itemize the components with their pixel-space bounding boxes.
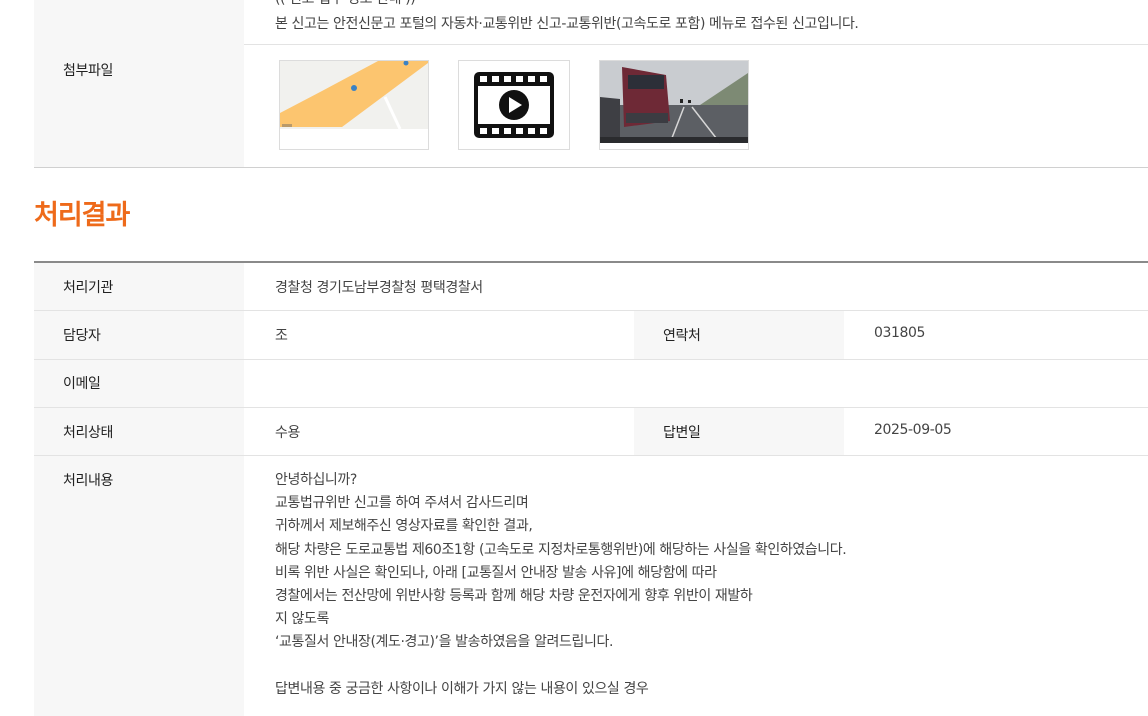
row-email: 이메일 — [34, 360, 1148, 408]
description-label-cell — [34, 0, 244, 44]
row-content: 처리내용 안녕하십니까? 교통법규위반 신고를 하여 주셔서 감사드리며 귀하께… — [34, 456, 1148, 716]
video-play-icon — [474, 72, 554, 138]
status-label-cell: 처리상태 — [34, 408, 244, 455]
email-label: 이메일 — [63, 376, 101, 392]
attachments-label-cell: 첨부파일 — [34, 44, 244, 167]
answer-date-label: 답변일 — [663, 425, 701, 441]
notice-heading: (( 신고 접수 경로 안내 )) — [275, 0, 416, 8]
answer-date-label-cell: 답변일 — [634, 408, 844, 455]
notice-text: 본 신고는 안전신문고 포털의 자동차·교통위반 신고-교통위반(고속도로 포함… — [275, 16, 859, 32]
attachments-label: 첨부파일 — [63, 63, 113, 79]
report-description-row: (( 신고 접수 경로 안내 )) 본 신고는 안전신문고 포털의 자동차·교통… — [34, 0, 1148, 45]
attachments-row: 첨부파일 — [34, 44, 1148, 168]
attachment-map-thumbnail[interactable] — [279, 60, 429, 150]
manager-label-cell: 담당자 — [34, 311, 244, 359]
agency-label: 처리기관 — [63, 280, 113, 296]
content-label-cell: 처리내용 — [34, 456, 244, 716]
agency-value: 경찰청 경기도남부경찰청 평택경찰서 — [275, 280, 483, 296]
content-label: 처리내용 — [63, 473, 113, 489]
manager-value: 조 — [275, 328, 288, 344]
status-label: 처리상태 — [63, 425, 113, 441]
answer-date-value: 2025-09-05 — [874, 422, 952, 438]
contact-label-cell: 연락처 — [634, 311, 844, 359]
contact-label: 연락처 — [663, 328, 701, 344]
section-title-result: 처리결과 — [34, 200, 130, 231]
manager-label: 담당자 — [63, 328, 101, 344]
dashcam-photo-icon — [600, 61, 748, 149]
status-value: 수용 — [275, 425, 300, 441]
email-label-cell: 이메일 — [34, 360, 244, 407]
map-thumbnail-icon — [280, 60, 428, 149]
agency-label-cell: 처리기관 — [34, 263, 244, 310]
content-text: 안녕하십니까? 교통법규위반 신고를 하여 주셔서 감사드리며 귀하께서 제보해… — [275, 472, 847, 697]
attachment-photo-thumbnail[interactable] — [599, 60, 749, 150]
row-agency: 처리기관 경찰청 경기도남부경찰청 평택경찰서 — [34, 263, 1148, 311]
attachment-video-thumbnail[interactable] — [458, 60, 570, 150]
row-manager: 담당자 조 연락처 031805 — [34, 311, 1148, 360]
contact-value: 031805 — [874, 325, 926, 341]
row-status: 처리상태 수용 답변일 2025-09-05 — [34, 408, 1148, 456]
